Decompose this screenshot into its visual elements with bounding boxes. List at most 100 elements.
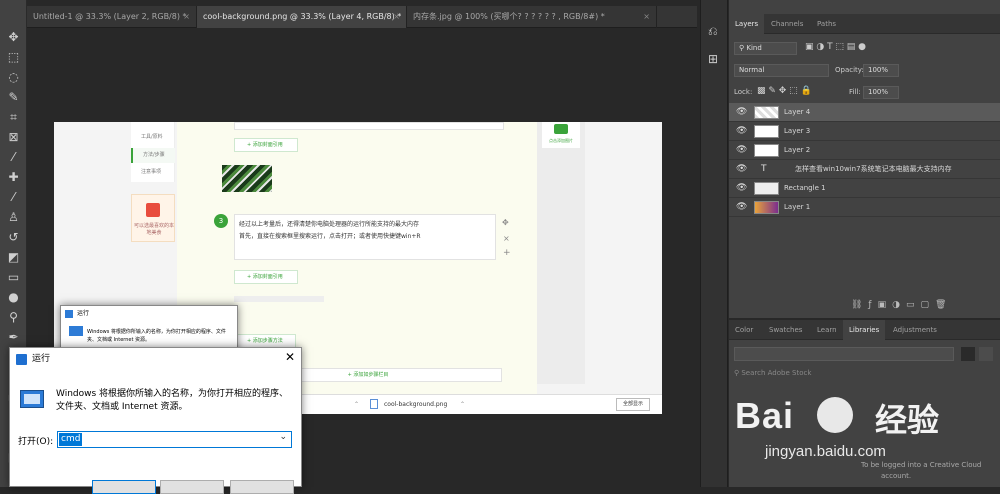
lock-icons[interactable]: ▩ ✎ ✥ ⬚ 🔒: [757, 86, 812, 96]
download-file-name[interactable]: cool-background.png: [384, 395, 447, 414]
layers-panel: Layers Channels Paths ⚲ Kind ▣ ◑ T ⬚ ▤ ●…: [729, 0, 1000, 318]
tab-learn[interactable]: Learn: [811, 320, 843, 340]
chevron-up-icon[interactable]: ⌃: [460, 395, 465, 414]
nav-item-tools[interactable]: 工具/原料: [131, 130, 175, 145]
layer-name: Rectangle 1: [784, 184, 826, 192]
layer-row[interactable]: 👁 Rectangle 1: [729, 179, 1000, 198]
eraser-tool-icon[interactable]: ◩: [4, 248, 23, 266]
nav-item-steps[interactable]: 方法/步骤: [131, 148, 175, 163]
step-3-text: 经过以上考量后，还得清楚你电脑处理器的运行所能支持的最大内存 首先，直接在搜索框…: [239, 219, 421, 243]
history-brush-tool-icon[interactable]: ↺: [4, 228, 23, 246]
prev-step-box[interactable]: [234, 122, 504, 130]
history-icon[interactable]: ⎌: [708, 24, 718, 39]
run-dialog: 运行 ✕ Windows 将根据你所输入的名称，为你打开相应的程序、 文件夹、文…: [9, 347, 302, 494]
right-sidebar: [537, 122, 585, 384]
close-icon[interactable]: ×: [643, 6, 650, 28]
eye-icon[interactable]: 👁: [736, 179, 747, 198]
opacity-field[interactable]: 100%: [863, 64, 899, 77]
list-view-icon[interactable]: [979, 347, 993, 361]
cancel-button[interactable]: [160, 480, 224, 494]
close-icon[interactable]: ×: [183, 6, 190, 28]
run-app-icon: [16, 354, 27, 365]
watermark-url: jingyan.baidu.com: [765, 443, 886, 460]
tab-color[interactable]: Color: [729, 320, 759, 340]
library-select[interactable]: [734, 347, 954, 361]
tab-adjustments[interactable]: Adjustments: [887, 320, 943, 340]
paw-icon: [817, 397, 853, 433]
file-icon: [370, 399, 378, 409]
healing-brush-tool-icon[interactable]: ✚: [4, 168, 23, 186]
show-all-button[interactable]: 全部显示: [616, 398, 650, 411]
tab-label: Untitled-1 @ 33.3% (Layer 2, RGB/8) *: [33, 12, 187, 21]
add-image-button[interactable]: + 添加封面引用: [234, 270, 298, 284]
lock-label: Lock:: [734, 88, 753, 96]
layer-row[interactable]: 👁 T 怎样查看win10win7系统笔记本电脑最大支持内存: [729, 160, 1000, 179]
close-icon[interactable]: ✕: [285, 350, 295, 364]
nav-item-notes[interactable]: 注意事项: [131, 165, 175, 180]
step-text-line: 首先，直接在搜索框里搜索运行，点击打开；或者使用快捷键win+R: [239, 233, 421, 240]
quick-select-tool-icon[interactable]: ✎: [4, 88, 23, 106]
eye-icon[interactable]: 👁: [736, 141, 747, 160]
step-3-box[interactable]: 经过以上考量后，还得清楚你电脑处理器的运行所能支持的最大内存 首先，直接在搜索框…: [234, 214, 496, 260]
layer-name: Layer 2: [784, 146, 811, 154]
brush-tool-icon[interactable]: ⁄: [4, 188, 23, 206]
dodge-tool-icon[interactable]: ⚲: [4, 308, 23, 326]
kind-filter[interactable]: ⚲ Kind: [734, 42, 797, 55]
lasso-tool-icon[interactable]: ◌: [4, 68, 23, 86]
add-image-button[interactable]: + 添加封面引用: [234, 138, 298, 152]
close-icon[interactable]: ×: [393, 6, 400, 28]
layer-thumbnail: [754, 182, 779, 195]
layer-row[interactable]: 👁 Layer 1: [729, 198, 1000, 217]
close-icon[interactable]: ×: [503, 234, 510, 243]
marquee-tool-icon[interactable]: ⬚: [4, 48, 23, 66]
crop-tool-icon[interactable]: ⌗: [4, 108, 23, 126]
open-label: 打开(O):: [18, 437, 54, 447]
layer-actions-bar[interactable]: ⛓ƒ▣◑▭▢🗑: [851, 300, 952, 310]
move-icon[interactable]: ✥: [502, 218, 509, 227]
properties-icon[interactable]: ⊞: [708, 52, 718, 66]
move-tool-icon[interactable]: ✥: [4, 28, 23, 46]
layer-row[interactable]: 👁 Layer 3: [729, 122, 1000, 141]
tab-memory-jpg[interactable]: 内存条.jpg @ 100% (买哪个? ? ? ? ? ? , RGB/8#)…: [407, 6, 657, 28]
tab-untitled-1[interactable]: Untitled-1 @ 33.3% (Layer 2, RGB/8) * ×: [27, 6, 197, 28]
frame-tool-icon[interactable]: ⊠: [4, 128, 23, 146]
layer-thumbnail: [754, 125, 779, 138]
kind-label: Kind: [746, 44, 762, 52]
tab-channels[interactable]: Channels: [765, 14, 809, 34]
layer-name: Layer 4: [784, 108, 811, 116]
browse-button[interactable]: [230, 480, 294, 494]
stock-search[interactable]: ⚲ Search Adobe Stock: [734, 369, 811, 377]
eye-icon[interactable]: 👁: [736, 122, 747, 141]
plus-icon[interactable]: +: [503, 248, 511, 258]
tab-paths[interactable]: Paths: [811, 14, 842, 34]
eyedropper-tool-icon[interactable]: ⁄: [4, 148, 23, 166]
hint-bar: [234, 296, 324, 302]
clone-stamp-tool-icon[interactable]: ♙: [4, 208, 23, 226]
chevron-up-icon[interactable]: ⌃: [354, 395, 359, 414]
gradient-tool-icon[interactable]: ▭: [4, 268, 23, 286]
tab-swatches[interactable]: Swatches: [763, 320, 808, 340]
fill-field[interactable]: 100%: [863, 86, 899, 99]
open-input-value[interactable]: cmd: [59, 433, 83, 446]
tab-libraries[interactable]: Libraries: [843, 320, 886, 340]
run-icon: [20, 390, 44, 408]
eye-icon[interactable]: 👁: [736, 103, 747, 122]
grid-view-icon[interactable]: [961, 347, 975, 361]
layer-row[interactable]: 👁 Layer 4: [729, 103, 1000, 122]
pen-tool-icon[interactable]: ✒: [4, 328, 23, 346]
layer-row[interactable]: 👁 Layer 2: [729, 141, 1000, 160]
open-combobox[interactable]: cmd ⌄: [57, 431, 292, 448]
eye-icon[interactable]: 👁: [736, 160, 747, 179]
tab-cool-background[interactable]: cool-background.png @ 33.3% (Layer 4, RG…: [197, 6, 407, 28]
blend-mode-select[interactable]: Normal: [734, 64, 829, 77]
tab-layers[interactable]: Layers: [729, 14, 765, 34]
chevron-down-icon[interactable]: ⌄: [279, 432, 287, 442]
sidebar-ad[interactable]: 可以选最喜欢的本地美食: [131, 194, 175, 242]
eye-icon[interactable]: 👁: [736, 198, 747, 217]
add-step-button[interactable]: + 添加步骤方法: [234, 334, 296, 348]
ok-button[interactable]: [92, 480, 156, 494]
filter-icons[interactable]: ▣ ◑ T ⬚ ▤ ●: [805, 42, 866, 52]
blur-tool-icon[interactable]: ●: [4, 288, 23, 306]
upload-image-box[interactable]: 点击添加图片: [542, 122, 580, 148]
layer-name: 怎样查看win10win7系统笔记本电脑最大支持内存: [795, 165, 952, 173]
